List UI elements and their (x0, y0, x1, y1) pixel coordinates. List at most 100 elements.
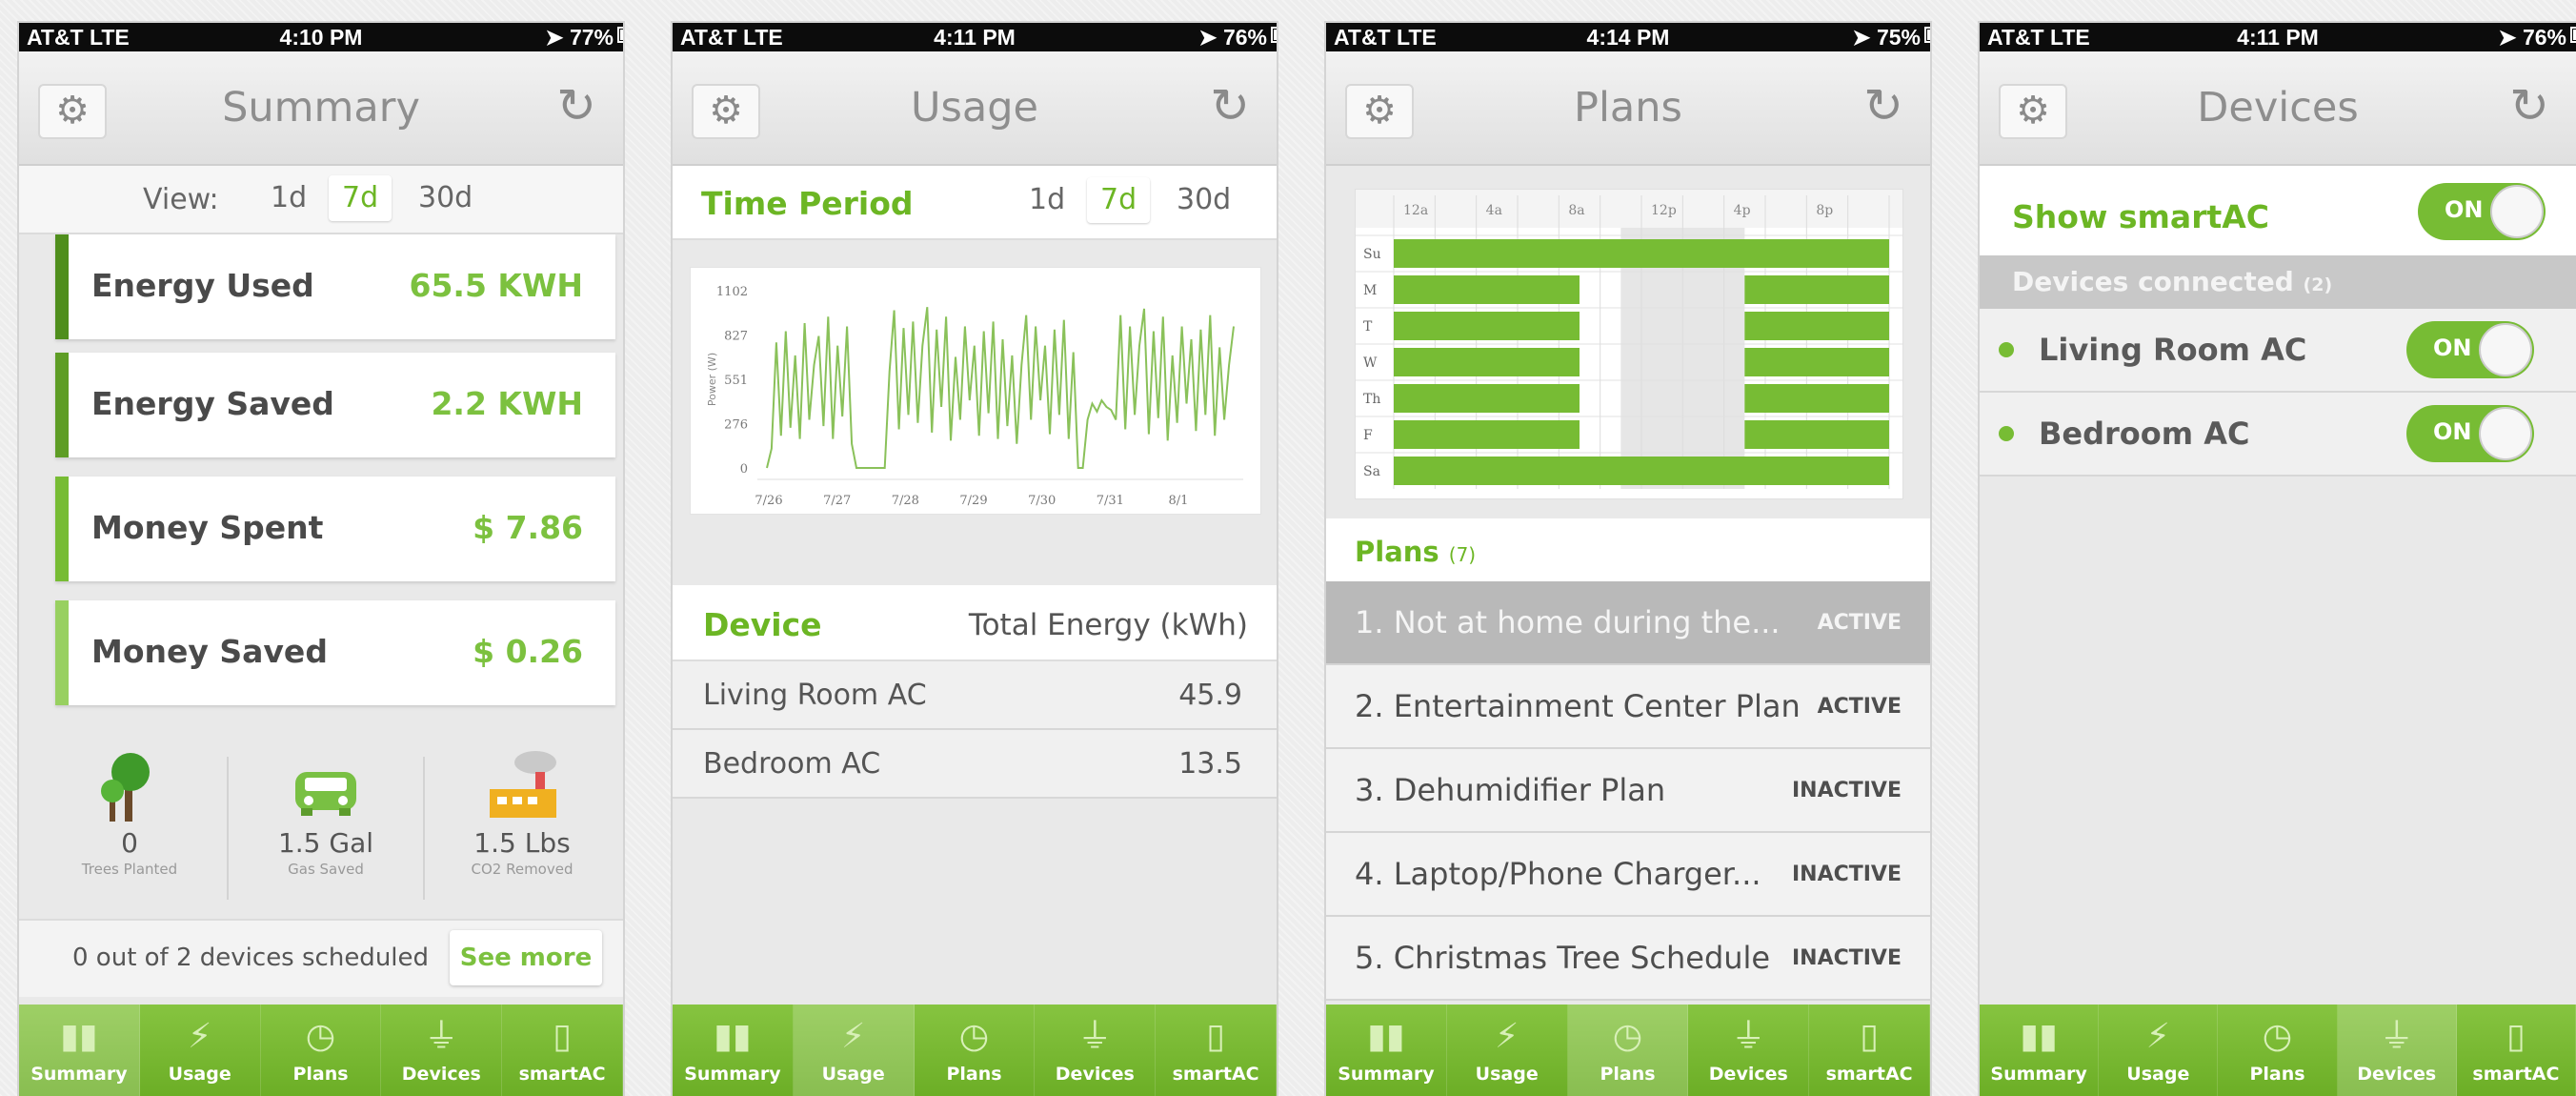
stat-value: $ 7.86 (473, 509, 583, 546)
tab-usage[interactable]: ⚡ Usage (2099, 1005, 2219, 1096)
device-toggle[interactable]: ON (2406, 405, 2534, 462)
view-label: View: (143, 183, 219, 216)
toggle-knob (2479, 407, 2532, 460)
divider (227, 757, 229, 900)
period-1d[interactable]: 1d (1016, 177, 1078, 223)
location-icon: ➤ (1852, 25, 1877, 50)
plans-screen: AT&T LTE 4:14 PM ➤ 75% ⚙ Plans ↻ 12a 4a 8a… (1326, 23, 1930, 1096)
tab-label: Summary (30, 1064, 128, 1085)
table-row[interactable]: Bedroom AC 13.5 (673, 730, 1277, 799)
period-7d[interactable]: 7d (329, 175, 392, 221)
status-bar: AT&T LTE 4:11 PM ➤ 76% (673, 23, 1277, 51)
tab-summary[interactable]: ▮▮ Summary (19, 1005, 140, 1096)
tab-usage[interactable]: ⚡ Usage (793, 1005, 915, 1096)
plan-row[interactable]: 1. Not at home during the... ACTIVE (1326, 581, 1930, 665)
schedule-block (1394, 384, 1580, 413)
show-smartac-toggle[interactable]: ON (2418, 183, 2546, 240)
period-7d[interactable]: 7d (1087, 177, 1151, 223)
tab-plans[interactable]: ◷ Plans (261, 1005, 382, 1096)
car-icon (295, 772, 356, 816)
tab-devices[interactable]: ⏚ Devices (1035, 1005, 1157, 1096)
tab-plans[interactable]: ◷ Plans (915, 1005, 1036, 1096)
tab-devices[interactable]: ⏚ Devices (1688, 1005, 1810, 1096)
eco-caption: CO2 Removed (471, 861, 574, 878)
tab-usage[interactable]: ⚡ Usage (1447, 1005, 1568, 1096)
refresh-button[interactable]: ↻ (1210, 78, 1250, 133)
remote-icon: ▯ (1206, 1017, 1225, 1056)
tab-label: Plans (292, 1064, 349, 1085)
list-item[interactable]: Living Room AC ON (1980, 309, 2576, 393)
battery-indicator: ➤ 75% (1852, 25, 1930, 51)
tab-smartac[interactable]: ▯ smartAC (502, 1005, 623, 1096)
tab-summary[interactable]: ▮▮ Summary (1326, 1005, 1447, 1096)
list-item[interactable]: Bedroom AC ON (1980, 393, 2576, 477)
period-30d[interactable]: 30d (405, 175, 486, 221)
tab-smartac[interactable]: ▯ smartAC (2457, 1005, 2576, 1096)
battery-percent: 76% (1222, 25, 1267, 50)
devices-screen: AT&T LTE 4:11 PM ➤ 76% ⚙ Devices ↻ Show … (1980, 23, 2576, 1096)
refresh-button[interactable]: ↻ (1863, 78, 1903, 133)
refresh-button[interactable]: ↻ (2509, 78, 2549, 133)
tab-usage[interactable]: ⚡ Usage (140, 1005, 261, 1096)
schedule-block (1744, 312, 1889, 340)
plan-row[interactable]: 4. Laptop/Phone Charger... INACTIVE (1326, 833, 1930, 917)
plan-row[interactable]: 3. Dehumidifier Plan INACTIVE (1326, 749, 1930, 833)
hour-label: 4p (1734, 203, 1751, 218)
plans-title: Plans (1355, 536, 1439, 568)
factory-icon (490, 751, 556, 818)
stat-label: Energy Saved (91, 385, 334, 422)
device-toggle[interactable]: ON (2406, 321, 2534, 378)
see-more-button[interactable]: See more (450, 930, 602, 985)
stat-value: 65.5 KWH (409, 267, 584, 304)
y-tick-label: 276 (724, 417, 748, 432)
battery-indicator: ➤ 76% (1198, 25, 1277, 51)
hour-label: 12p (1651, 203, 1677, 218)
toggle-knob (2490, 185, 2544, 238)
day-label: F (1363, 428, 1373, 443)
tab-devices[interactable]: ⏚ Devices (381, 1005, 503, 1096)
stat-value: 2.2 KWH (431, 385, 583, 422)
period-30d[interactable]: 30d (1163, 177, 1244, 223)
x-tick-label: 7/31 (1097, 494, 1124, 508)
tab-plans[interactable]: ◷ Plans (1567, 1005, 1689, 1096)
clock-label: 4:10 PM (279, 25, 363, 50)
plan-row[interactable]: 5. Christmas Tree Schedule INACTIVE (1326, 917, 1930, 1001)
stat-label: Money Spent (91, 509, 324, 546)
device-name: Bedroom AC (2039, 416, 2250, 452)
tab-bar: ▮▮ Summary ⚡ Usage ◷ Plans ⏚ Devices ▯ smartA… (1326, 1005, 1930, 1096)
status-dot-icon (1999, 426, 2014, 441)
tab-plans[interactable]: ◷ Plans (2218, 1005, 2338, 1096)
power-series-line (766, 307, 1235, 469)
schedule-block (1744, 420, 1889, 449)
lightning-icon: ⚡ (188, 1017, 212, 1056)
y-tick-label: 1102 (716, 285, 748, 299)
tab-summary[interactable]: ▮▮ Summary (673, 1005, 794, 1096)
plan-row[interactable]: 2. Entertainment Center Plan ACTIVE (1326, 665, 1930, 749)
tab-label: Usage (168, 1064, 231, 1085)
device-name: Living Room AC (703, 679, 927, 712)
plan-name: 5. Christmas Tree Schedule (1355, 940, 1771, 976)
tab-summary[interactable]: ▮▮ Summary (1980, 1005, 2100, 1096)
period-1d[interactable]: 1d (257, 175, 320, 221)
power-chart-card: 0 276 551 827 1102 Power (W) 7/26 7/27 7/28 7/29 7… (690, 267, 1261, 515)
table-row[interactable]: Living Room AC 45.9 (673, 661, 1277, 730)
devices-connected-header: Devices connected (2) (1980, 255, 2576, 309)
tab-label: Plans (1600, 1064, 1656, 1085)
location-icon: ➤ (2498, 25, 2523, 50)
tab-devices[interactable]: ⏚ Devices (2337, 1005, 2457, 1096)
device-name: Living Room AC (2039, 332, 2307, 368)
remote-icon: ▯ (2506, 1017, 2526, 1056)
day-label: T (1363, 319, 1373, 335)
plan-name: 3. Dehumidifier Plan (1355, 772, 1666, 808)
tab-label: Devices (401, 1064, 481, 1085)
bar-chart-icon: ▮▮ (714, 1017, 752, 1056)
tab-label: Usage (821, 1064, 885, 1085)
tab-smartac[interactable]: ▯ smartAC (1156, 1005, 1277, 1096)
devices-connected-label: Devices connected (2) (2012, 266, 2332, 297)
show-smartac-row: Show smartAC ON (1980, 166, 2576, 255)
tab-smartac[interactable]: ▯ smartAC (1809, 1005, 1930, 1096)
location-icon: ➤ (545, 25, 570, 50)
battery-icon (617, 27, 623, 43)
refresh-button[interactable]: ↻ (556, 78, 596, 133)
day-label: Su (1363, 247, 1381, 262)
